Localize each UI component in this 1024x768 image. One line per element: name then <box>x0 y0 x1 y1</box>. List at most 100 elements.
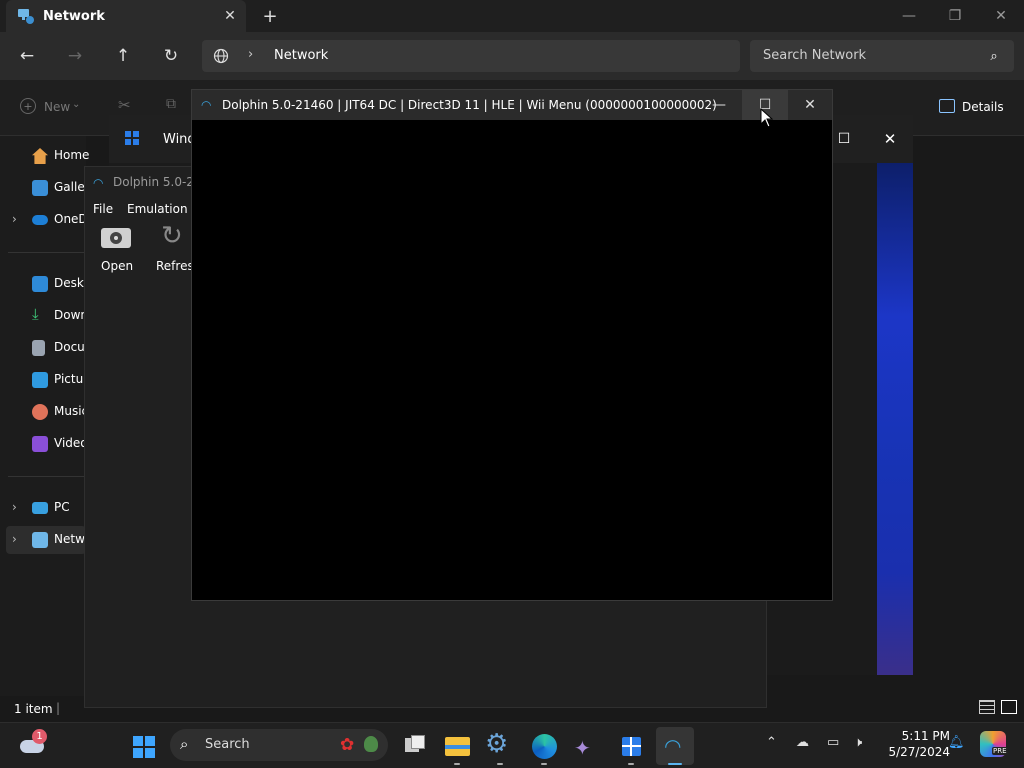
nav-item-home[interactable]: Home <box>6 142 90 170</box>
menu-emulation[interactable]: Emulation <box>127 202 188 216</box>
close-button[interactable]: ✕ <box>787 90 833 120</box>
explorer-titlebar: Network ✕ + — ❐ ✕ <box>0 0 1024 32</box>
search-box[interactable]: Search Network ⌕ <box>750 40 1014 72</box>
chevron-right-icon[interactable]: › <box>12 500 17 514</box>
address-bar[interactable]: › Network <box>202 40 740 72</box>
game-viewport[interactable] <box>192 120 832 600</box>
close-button[interactable]: ✕ <box>978 0 1024 32</box>
search-highlight-icon <box>364 736 378 752</box>
nav-label: Netw <box>54 532 85 546</box>
nav-item-gallery[interactable]: Galler <box>6 174 90 202</box>
new-button-label[interactable]: New <box>44 100 70 114</box>
refresh-icon[interactable]: ↻ <box>158 44 184 68</box>
tab-label: Network <box>43 9 105 24</box>
nav-item-pictures[interactable]: Pictur <box>6 366 88 394</box>
network-icon <box>17 7 35 25</box>
chevron-up-icon[interactable]: ⌃ <box>766 735 777 750</box>
restore-button[interactable]: ❐ <box>932 0 978 32</box>
chevron-right-icon[interactable]: › <box>12 212 17 226</box>
controller-glyph: ✦ <box>574 736 591 760</box>
dolphin-logo-icon: ◠ <box>201 98 212 112</box>
nav-item-desktop[interactable]: Deskt <box>6 270 89 298</box>
taskbar-search[interactable]: ⌕ Search ✿ <box>170 729 388 761</box>
nav-item-documents[interactable]: Docu <box>6 334 86 362</box>
edge-browser-icon[interactable] <box>525 727 563 765</box>
chevron-right-icon[interactable]: › <box>12 532 17 546</box>
menu-file[interactable]: File <box>93 202 113 216</box>
new-plus-icon[interactable]: + <box>20 98 36 114</box>
address-path: Network <box>274 48 329 63</box>
cut-icon[interactable]: ✂ <box>118 96 131 114</box>
start-button[interactable] <box>125 727 163 765</box>
nav-label: Home <box>54 148 90 162</box>
folder-glyph <box>445 745 470 749</box>
navigation-pane: Home Galler › OneD Deskt ⤓ Down Docu Pic… <box>0 136 90 696</box>
dolphin-taskbar-icon[interactable]: ◠ <box>656 727 694 765</box>
notification-badge: 1 <box>32 729 47 744</box>
dolphin-logo-icon: ◠ <box>93 176 104 190</box>
minimize-button[interactable]: — <box>886 0 932 32</box>
edge-glyph <box>532 734 557 759</box>
nav-item-network[interactable]: › Netw <box>6 526 86 554</box>
home-icon <box>32 148 48 164</box>
tiles-view-icon[interactable] <box>1001 700 1017 714</box>
volume-muted-icon[interactable]: 🕨 <box>854 735 862 750</box>
refresh-icon[interactable]: ↻ <box>161 221 183 251</box>
close-button[interactable]: ✕ <box>879 129 901 149</box>
close-tab-icon[interactable]: ✕ <box>220 6 240 26</box>
system-clock[interactable]: 5:11 PM 5/27/2024 <box>870 728 950 760</box>
copilot-icon[interactable]: PRE <box>980 731 1008 757</box>
store-glyph <box>622 737 641 756</box>
notification-bell-icon[interactable]: 🔔︎ <box>948 735 965 750</box>
gear-glyph: ⚙ <box>485 729 509 759</box>
onedrive-offline-icon[interactable]: ☁ <box>796 735 809 750</box>
controller-app-icon[interactable]: ✦ <box>568 727 606 765</box>
render-window-title: Dolphin 5.0-21460 | JIT64 DC | Direct3D … <box>222 98 717 112</box>
task-view-glyph <box>411 735 425 749</box>
nav-item-downloads[interactable]: ⤓ Down <box>6 302 89 330</box>
gallery-icon <box>32 180 48 196</box>
store-app-icon[interactable] <box>612 727 650 765</box>
file-explorer-icon[interactable] <box>438 727 476 765</box>
forward-arrow-icon[interactable]: → <box>62 44 88 68</box>
running-indicator <box>628 763 634 765</box>
globe-icon <box>213 48 229 64</box>
nav-divider <box>8 252 84 253</box>
weather-widget[interactable]: 1 <box>14 727 52 765</box>
pictures-icon <box>32 372 48 388</box>
running-indicator <box>454 763 460 765</box>
display-icon[interactable]: ▭ <box>827 735 839 750</box>
nav-item-videos[interactable]: Video <box>6 430 88 458</box>
up-arrow-icon[interactable]: ↑ <box>110 44 136 68</box>
maximize-button[interactable]: ☐ <box>833 129 855 149</box>
wallpaper-strip <box>877 163 913 675</box>
task-view-icon[interactable] <box>395 727 433 765</box>
dolphin-render-window: ◠ Dolphin 5.0-21460 | JIT64 DC | Direct3… <box>191 89 833 601</box>
details-button[interactable]: Details <box>962 100 1004 114</box>
nav-item-music[interactable]: Music <box>6 398 88 426</box>
explorer-tab[interactable]: Network ✕ <box>6 0 246 32</box>
music-icon <box>32 404 48 420</box>
running-indicator <box>541 763 547 765</box>
nav-label: Down <box>54 308 89 322</box>
nav-item-pc[interactable]: › PC <box>6 494 86 522</box>
search-placeholder: Search Network <box>763 48 867 63</box>
network-icon <box>32 532 48 548</box>
nav-item-onedrive[interactable]: › OneD <box>6 206 88 234</box>
new-tab-button[interactable]: + <box>258 4 282 28</box>
chevron-down-icon: ⌄ <box>72 99 81 110</box>
active-indicator <box>668 763 682 765</box>
settings-gear-icon[interactable]: ⚙ <box>481 727 519 765</box>
back-arrow-icon[interactable]: ← <box>14 44 40 68</box>
details-view-icon[interactable] <box>979 700 995 714</box>
windows-logo-icon <box>125 131 139 145</box>
dolphin-main-title: Dolphin 5.0-21 <box>113 175 202 189</box>
clock-date: 5/27/2024 <box>888 745 950 759</box>
minimize-button[interactable]: — <box>696 90 742 120</box>
copy-icon[interactable]: ⧉ <box>166 96 176 112</box>
mouse-cursor-icon <box>760 108 774 128</box>
desktop-icon <box>32 276 48 292</box>
open-disc-icon[interactable] <box>101 228 131 248</box>
open-button-label[interactable]: Open <box>101 259 133 273</box>
copilot-badge: PRE <box>992 747 1008 755</box>
